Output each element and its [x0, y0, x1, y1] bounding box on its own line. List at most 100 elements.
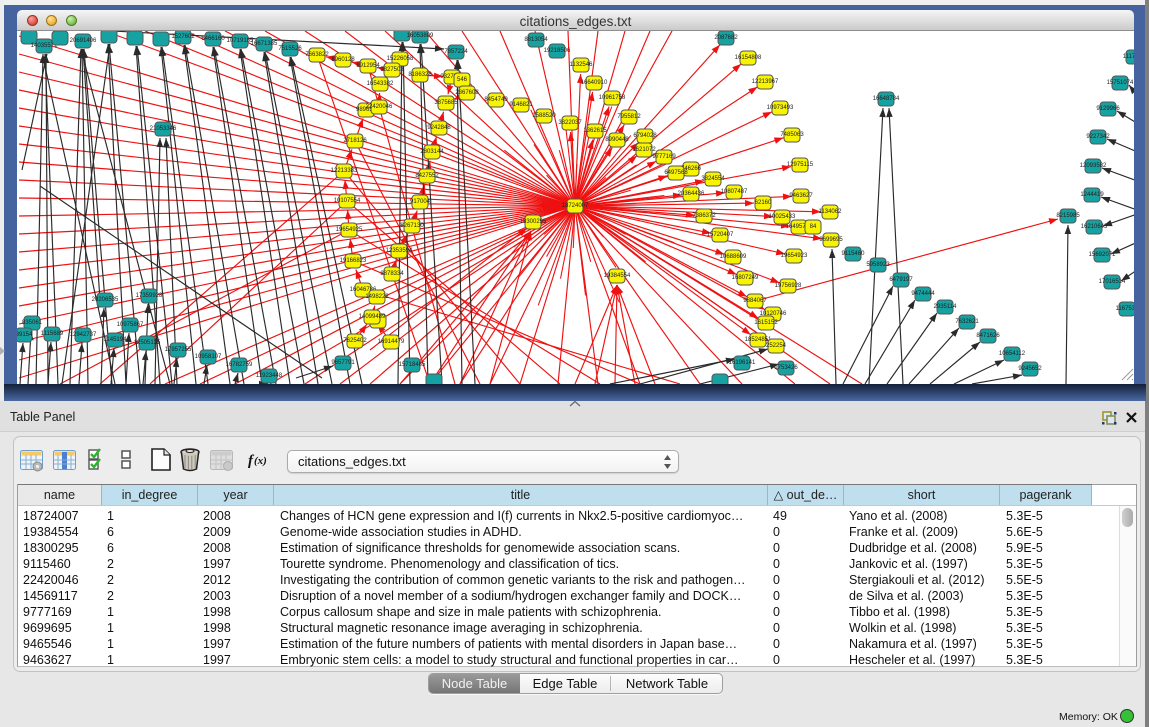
svg-text:15751074: 15751074	[1107, 80, 1134, 86]
svg-text:8912954: 8912954	[356, 63, 380, 69]
svg-text:19166823: 19166823	[340, 258, 367, 264]
svg-text:1498222: 1498222	[365, 294, 389, 300]
svg-text:8878334: 8878334	[380, 271, 404, 277]
svg-text:16782759: 16782759	[226, 362, 253, 368]
svg-text:917004: 917004	[410, 199, 431, 205]
svg-text:252254: 252254	[766, 343, 787, 349]
svg-text:1115689: 1115689	[41, 331, 64, 337]
svg-text:10107554: 10107554	[334, 198, 361, 204]
svg-text:8215985: 8215985	[1056, 213, 1080, 219]
svg-text:12975115: 12975115	[787, 162, 814, 168]
svg-text:19756928: 19756928	[775, 283, 802, 289]
svg-text:17359928: 17359928	[136, 293, 163, 299]
svg-text:12093582: 12093582	[1080, 163, 1107, 169]
svg-text:7485063: 7485063	[780, 132, 804, 138]
svg-text:7386372: 7386372	[692, 213, 716, 219]
svg-text:16914479: 16914479	[378, 339, 405, 345]
svg-text:16053809: 16053809	[407, 33, 434, 39]
svg-text:1132546: 1132546	[570, 62, 594, 68]
svg-text:10958107: 10958107	[195, 354, 222, 360]
svg-text:15720407: 15720407	[707, 232, 734, 238]
svg-text:1527602: 1527602	[171, 34, 195, 40]
svg-text:3824554: 3824554	[701, 176, 725, 182]
svg-text:6497568: 6497568	[664, 170, 688, 176]
svg-text:12213967: 12213967	[752, 79, 779, 85]
svg-text:7632621: 7632621	[955, 319, 979, 325]
svg-text:1167533: 1167533	[1116, 306, 1134, 312]
svg-text:9884067: 9884067	[743, 298, 767, 304]
svg-text:3875685: 3875685	[434, 100, 458, 106]
svg-text:10975867: 10975867	[117, 322, 144, 328]
svg-text:835061: 835061	[22, 320, 43, 326]
svg-text:22420046: 22420046	[366, 104, 393, 110]
svg-text:7515526: 7515526	[278, 46, 302, 52]
svg-text:19218506: 19218506	[544, 48, 571, 54]
svg-text:1615152: 1615152	[754, 320, 778, 326]
svg-text:62160: 62160	[755, 200, 772, 206]
svg-text:18300295: 18300295	[520, 219, 547, 225]
svg-text:9146821: 9146821	[509, 102, 533, 108]
svg-text:9463627: 9463627	[789, 193, 813, 199]
svg-text:14099489: 14099489	[359, 314, 386, 320]
svg-text:15226058: 15226058	[387, 56, 414, 62]
svg-text:9242848: 9242848	[427, 125, 451, 131]
svg-text:8186328: 8186328	[408, 72, 432, 78]
svg-text:17016514: 17016514	[1099, 279, 1126, 285]
svg-text:39154: 39154	[17, 332, 33, 338]
svg-text:9129966: 9129966	[1096, 106, 1120, 112]
svg-text:1244419: 1244419	[1080, 192, 1104, 198]
svg-text:8267130: 8267130	[400, 223, 424, 229]
svg-text:16648784: 16648784	[873, 96, 900, 102]
svg-text:8454749: 8454749	[484, 97, 508, 103]
svg-text:84: 84	[810, 224, 817, 230]
svg-text:9777169: 9777169	[652, 154, 676, 160]
svg-text:16210643: 16210643	[1081, 224, 1108, 230]
svg-text:16807249: 16807249	[732, 275, 759, 281]
svg-text:9227342: 9227342	[1086, 134, 1110, 140]
svg-text:2935114: 2935114	[934, 304, 958, 310]
svg-text:8427552: 8427552	[415, 173, 439, 179]
svg-text:21053346: 21053346	[150, 126, 177, 132]
svg-text:1588520: 1588520	[532, 113, 556, 119]
svg-text:5958923: 5958923	[866, 262, 890, 268]
svg-text:9115460: 9115460	[842, 251, 866, 257]
svg-text:8813054: 8813054	[524, 37, 548, 43]
svg-text:7955812: 7955812	[617, 114, 641, 120]
svg-text:7663822: 7663822	[305, 52, 329, 58]
svg-text:12505135: 12505135	[134, 340, 161, 346]
svg-text:1134062: 1134062	[819, 209, 843, 215]
svg-text:19384554: 19384554	[604, 273, 631, 279]
svg-text:1117543: 1117543	[1123, 54, 1134, 60]
svg-text:10688609: 10688609	[720, 254, 747, 260]
svg-text:20691406: 20691406	[70, 38, 97, 44]
svg-text:12942737: 12942737	[70, 332, 97, 338]
svg-text:8471626: 8471626	[976, 333, 1000, 339]
svg-text:6794028: 6794028	[633, 133, 657, 139]
svg-text:20364436: 20364436	[678, 191, 705, 197]
svg-text:9474444: 9474444	[911, 291, 935, 297]
svg-text:2867608: 2867608	[455, 90, 479, 96]
svg-text:1145194: 1145194	[104, 337, 128, 343]
svg-text:9657791: 9657791	[331, 360, 355, 366]
svg-text:6479197: 6479197	[889, 277, 913, 283]
svg-text:10025433: 10025433	[769, 214, 796, 220]
svg-text:9827503: 9827503	[380, 67, 404, 73]
svg-text:1621072: 1621072	[632, 147, 656, 153]
svg-text:9245652: 9245652	[1018, 366, 1042, 372]
svg-text:16640910: 16640910	[581, 80, 608, 86]
svg-text:9699695: 9699695	[819, 237, 843, 243]
svg-text:2087682: 2087682	[714, 35, 738, 41]
svg-text:1362615: 1362615	[583, 128, 607, 134]
svg-text:17957255: 17957255	[165, 347, 192, 353]
svg-text:16543382: 16543382	[367, 81, 394, 87]
svg-text:7857224: 7857224	[444, 49, 468, 55]
svg-text:19654925: 19654925	[336, 227, 363, 233]
svg-text:8960128: 8960128	[331, 57, 355, 63]
svg-text:11923448: 11923448	[256, 373, 283, 379]
svg-text:19654923: 19654923	[781, 253, 808, 259]
svg-text:15718485: 15718485	[399, 362, 426, 368]
svg-text:16671385: 16671385	[251, 41, 278, 47]
svg-text:3822037: 3822037	[558, 120, 582, 126]
svg-text:15692071: 15692071	[1089, 252, 1116, 258]
svg-text:1753426: 1753426	[774, 365, 798, 371]
